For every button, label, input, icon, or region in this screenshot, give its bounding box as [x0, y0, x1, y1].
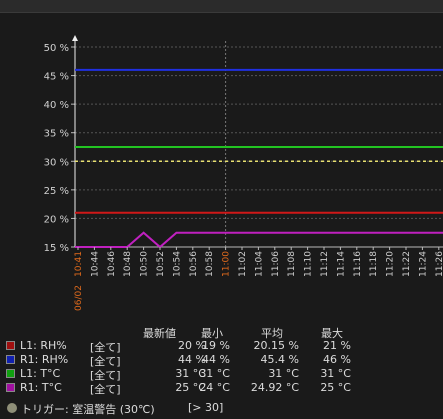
y-tick-label: 40 %	[44, 100, 69, 111]
max-value: 31 °C	[320, 367, 351, 380]
color-swatch	[6, 341, 15, 350]
x-tick-label: 10:52	[156, 251, 166, 277]
x-tick-label: 11:26	[435, 251, 443, 277]
color-swatch	[6, 355, 15, 364]
latest-value: 20 %	[178, 339, 206, 352]
trigger-label: トリガー: 室温警告 (30℃)	[21, 403, 155, 416]
latest-value: 44 %	[178, 353, 206, 366]
x-tick-label: 11:16	[353, 251, 363, 277]
x-tick-label: 10:54	[172, 251, 182, 277]
series-line	[75, 231, 443, 249]
x-tick-label: 11:20	[386, 251, 396, 277]
y-tick-label: 50 %	[44, 43, 69, 54]
avg-value: 31 °C	[268, 367, 299, 380]
series-name: L1: T°C	[20, 367, 61, 380]
x-tick-label: 11:02	[238, 251, 248, 277]
x-tick-label: 10:58	[205, 251, 215, 277]
scope-selector[interactable]: [全て]	[90, 381, 121, 397]
min-value: 24 °C	[199, 381, 230, 394]
x-tick-label: 11:04	[254, 251, 264, 277]
y-tick-label: 25 %	[44, 186, 69, 197]
x-tick-label: 11:08	[287, 251, 297, 277]
avg-value: 24.92 °C	[250, 381, 299, 394]
x-tick-label: 10:48	[123, 251, 133, 277]
legend-header: 最新値 最小 平均 最大	[0, 325, 443, 340]
x-tick-label: 11:22	[402, 251, 412, 277]
legend-row: R1: RH% [全て] 44 % 44 % 45.4 % 46 %	[0, 353, 443, 368]
legend-table: 最新値 最小 平均 最大 L1: RH% [全て] 20 % 19 % 20.1…	[0, 325, 443, 397]
date-label: 06/02	[74, 285, 84, 311]
color-swatch	[6, 383, 15, 392]
x-tick-label: 11:14	[336, 251, 346, 277]
top-bar	[0, 0, 443, 13]
min-value: 19 %	[202, 339, 230, 352]
series-name: L1: RH%	[20, 339, 67, 352]
y-tick-label: 15 %	[44, 243, 69, 254]
x-tick-label: 11:06	[271, 251, 281, 277]
avg-value: 20.15 %	[253, 339, 299, 352]
y-tick-label: 35 %	[44, 129, 69, 140]
max-value: 21 %	[323, 339, 351, 352]
x-tick-label: 11:18	[369, 251, 379, 277]
avg-value: 45.4 %	[260, 353, 299, 366]
latest-value: 25 °C	[175, 381, 206, 394]
legend-row: L1: T°C [全て] 31 °C 31 °C 31 °C 31 °C	[0, 367, 443, 382]
max-value: 46 %	[323, 353, 351, 366]
min-value: 31 °C	[199, 367, 230, 380]
y-tick-label: 30 %	[44, 157, 69, 168]
x-tick-label: 11:24	[418, 251, 428, 277]
max-value: 25 °C	[320, 381, 351, 394]
x-tick-label: 10:46	[107, 251, 117, 277]
x-tick-label: 10:56	[189, 251, 199, 277]
legend-row: R1: T°C [全て] 25 °C 24 °C 24.92 °C 25 °C	[0, 381, 443, 397]
latest-value: 31 °C	[175, 367, 206, 380]
legend-row: L1: RH% [全て] 20 % 19 % 20.15 % 21 %	[0, 339, 443, 354]
y-axis-arrow	[72, 35, 78, 41]
trigger-row: トリガー: 室温警告 (30℃) [> 30]	[0, 401, 443, 416]
x-tick-label: 10:44	[90, 251, 100, 277]
x-tick-label: 10:50	[140, 251, 150, 277]
x-tick-label: 11:12	[320, 251, 330, 277]
y-tick-label: 20 %	[44, 214, 69, 225]
color-swatch	[6, 369, 15, 378]
series-name: R1: RH%	[20, 353, 69, 366]
trigger-condition: [> 30]	[188, 401, 224, 414]
trigger-status-icon	[7, 403, 17, 413]
min-value: 44 %	[202, 353, 230, 366]
x-tick-label: 11:10	[304, 251, 314, 277]
x-tick-label: 11:00	[222, 251, 232, 277]
x-tick-label: 10:41	[74, 251, 84, 277]
line-chart: 50 % 45 % 40 % 35 % 30 % 25 % 20 % 15 % 10:41 10:…	[44, 35, 443, 311]
series-name: R1: T°C	[20, 381, 62, 394]
y-tick-label: 45 %	[44, 72, 69, 83]
